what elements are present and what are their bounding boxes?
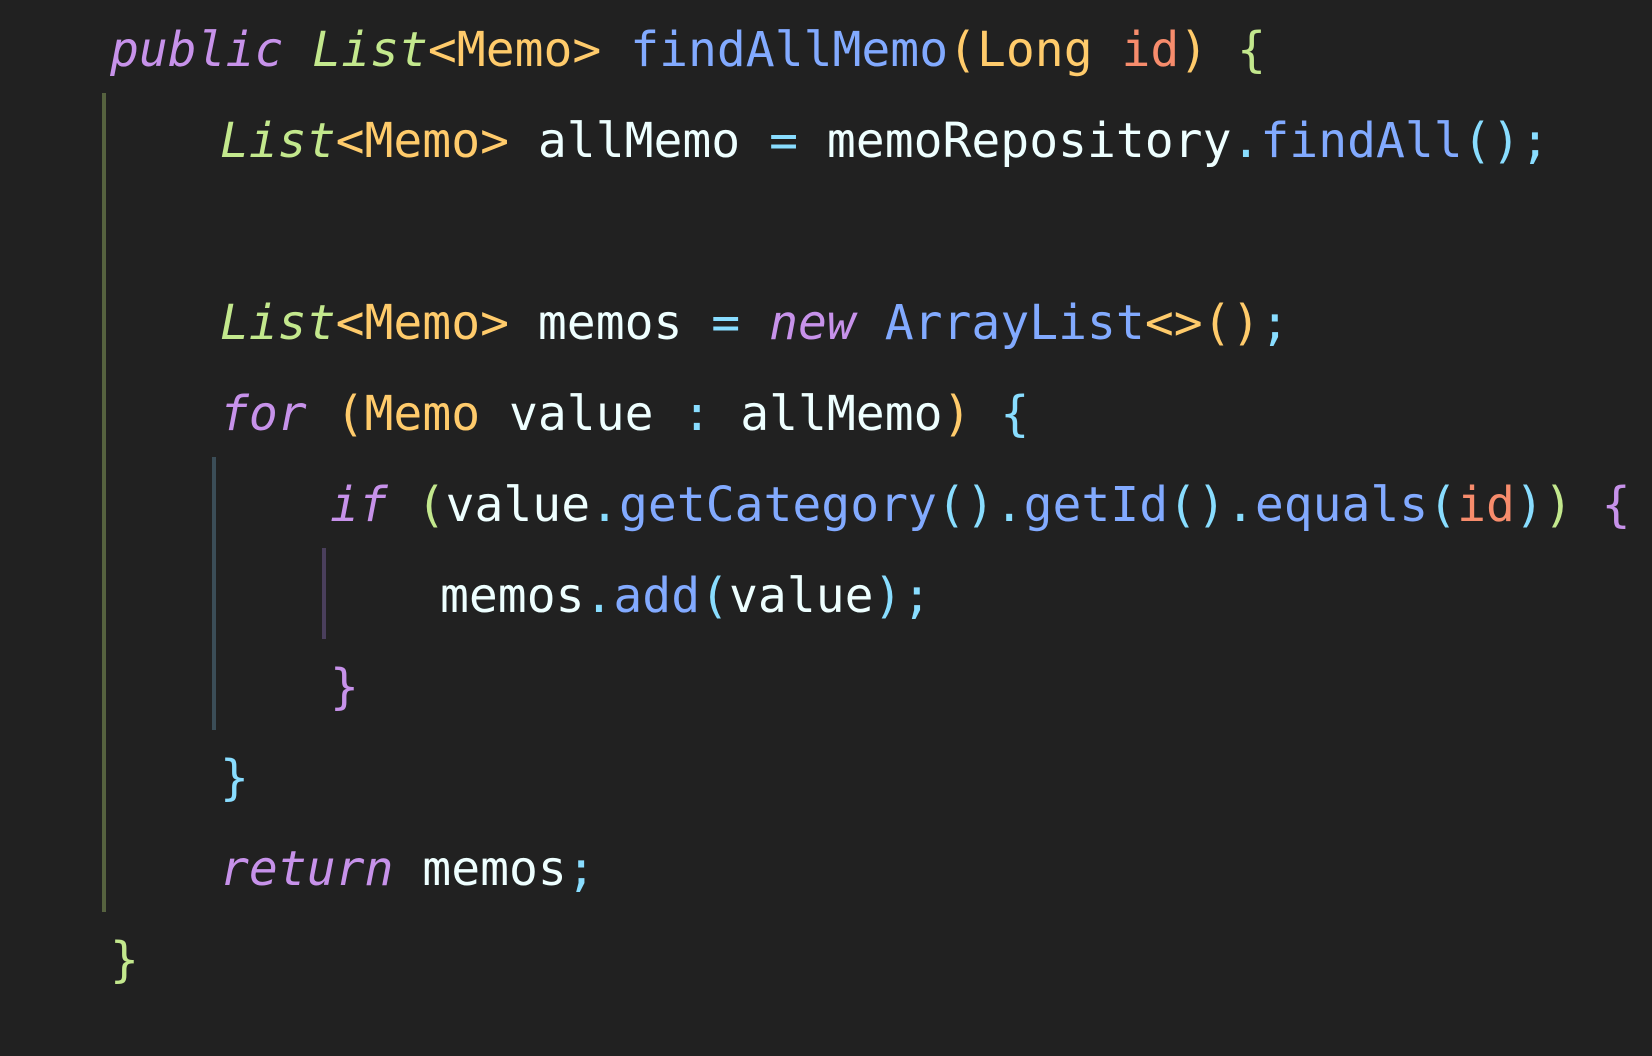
code-line[interactable]: } (330, 639, 359, 735)
code-token: getId (1023, 477, 1169, 533)
code-token: . (1225, 477, 1255, 533)
code-token: ArrayList (884, 295, 1145, 351)
code-keyword: public (110, 22, 284, 78)
code-line[interactable]: List<Memo> memos = new ArrayList<>(); (220, 275, 1289, 371)
code-token: Memo (456, 22, 573, 78)
code-token: allMemo (509, 113, 770, 169)
code-token: equals (1254, 477, 1429, 533)
code-token: ) (1543, 477, 1573, 533)
code-token: { (1237, 22, 1267, 78)
code-line[interactable]: if (value.getCategory().getId().equals(i… (330, 457, 1631, 553)
code-token: = (769, 113, 798, 169)
code-line[interactable]: List<Memo> allMemo = memoRepository.find… (220, 93, 1549, 189)
code-token: () (936, 477, 995, 533)
code-token: value (445, 477, 591, 533)
code-token: ; (902, 568, 932, 624)
code-token: > (480, 113, 509, 169)
code-token: ; (1520, 113, 1550, 169)
code-token: . (994, 477, 1024, 533)
code-token: { (1000, 386, 1030, 442)
code-token: add (613, 568, 701, 624)
code-token: . (590, 477, 620, 533)
code-token: ( (700, 568, 730, 624)
code-token: findAll (1260, 113, 1463, 169)
code-token: memoRepository (798, 113, 1232, 169)
code-token: < (427, 22, 457, 78)
code-token: ) (942, 386, 972, 442)
code-token: () (1462, 113, 1521, 169)
code-token: Memo (364, 386, 481, 442)
code-token: < (335, 113, 365, 169)
code-line[interactable]: } (110, 912, 139, 1008)
code-token: { (1601, 477, 1631, 533)
code-token: = (711, 295, 741, 351)
code-token: ) (873, 568, 903, 624)
indent-guide (102, 93, 106, 912)
code-token: memos (509, 295, 712, 351)
code-token: . (584, 568, 614, 624)
code-token: () (1202, 295, 1261, 351)
code-token: > (572, 22, 602, 78)
code-token: id (1121, 22, 1180, 78)
code-token: Long (977, 22, 1093, 78)
code-keyword: List (220, 295, 336, 351)
code-token: Memo (364, 295, 481, 351)
code-token: ( (948, 22, 977, 78)
code-token: . (1231, 113, 1261, 169)
code-token: ) (1514, 477, 1544, 533)
code-token: ( (416, 477, 446, 533)
code-token: ( (335, 386, 365, 442)
code-token: allMemo (711, 386, 943, 442)
code-line[interactable]: return memos; (220, 821, 596, 917)
code-keyword: for (220, 386, 307, 442)
code-token: ; (1260, 295, 1290, 351)
code-line[interactable]: memos.add(value); (440, 548, 931, 644)
code-token: <> (1144, 295, 1203, 351)
code-keyword: new (769, 295, 856, 351)
code-token: findAllMemo (630, 22, 949, 78)
code-token: : (682, 386, 712, 442)
code-token: id (1457, 477, 1515, 533)
indent-guide (322, 548, 326, 639)
code-keyword: List (312, 22, 428, 78)
code-line[interactable]: for (Memo value : allMemo) { (220, 366, 1029, 462)
code-token: ( (1428, 477, 1458, 533)
code-line[interactable]: public List<Memo> findAllMemo(Long id) { (110, 2, 1266, 98)
code-token: } (110, 932, 139, 988)
code-keyword: List (220, 113, 336, 169)
code-token: } (330, 659, 359, 715)
code-token: getCategory (619, 477, 937, 533)
code-token: > (480, 295, 509, 351)
code-keyword: return (220, 841, 394, 897)
indent-guide (212, 457, 216, 730)
code-token: ) (1179, 22, 1209, 78)
code-token: value (480, 386, 683, 442)
code-keyword: if (330, 477, 388, 533)
code-token: memos (393, 841, 567, 897)
code-token: } (220, 750, 249, 806)
code-token: < (335, 295, 365, 351)
code-token: () (1168, 477, 1226, 533)
code-token: Memo (364, 113, 481, 169)
code-token: memos (440, 568, 585, 624)
code-editor[interactable]: public List<Memo> findAllMemo(Long id) {… (0, 0, 1652, 1056)
code-token: ; (566, 841, 596, 897)
code-line[interactable]: } (220, 730, 249, 826)
code-token: value (729, 568, 874, 624)
